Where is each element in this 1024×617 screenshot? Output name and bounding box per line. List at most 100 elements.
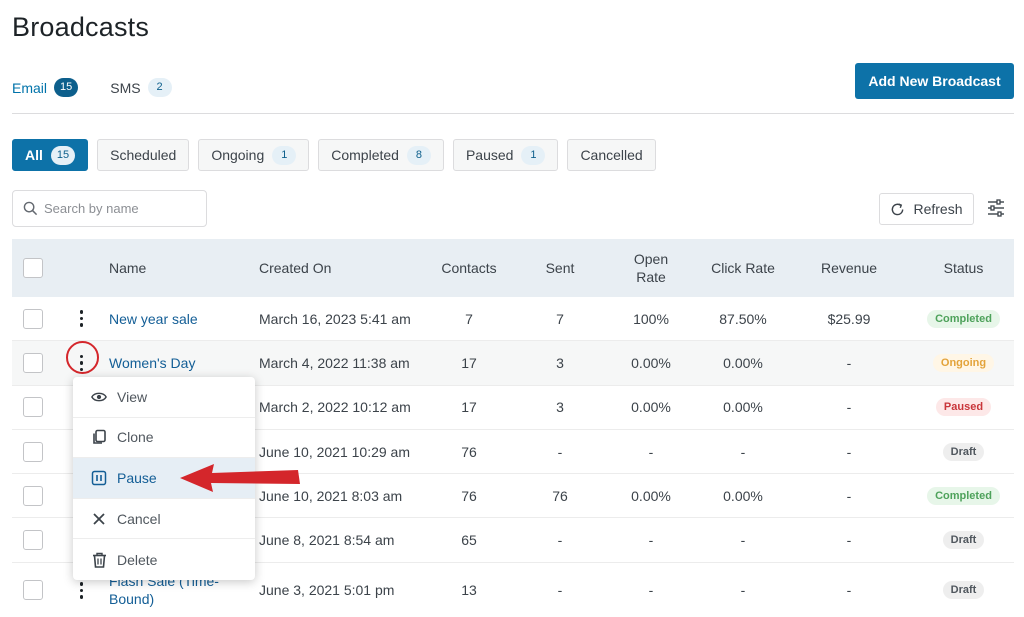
revenue: - — [846, 354, 852, 371]
tab-sms[interactable]: SMS 2 — [110, 78, 172, 97]
menu-item-cancel-label: Cancel — [117, 510, 161, 527]
pause-icon — [91, 470, 107, 486]
revenue: - — [846, 487, 852, 504]
col-open-rate-line2: Rate — [636, 269, 666, 285]
table-row: New year sale March 16, 2023 5:41 am 7 7… — [12, 297, 1014, 342]
filter-completed[interactable]: Completed 8 — [318, 139, 444, 171]
row-checkbox[interactable] — [23, 530, 43, 551]
created-on: March 16, 2023 5:41 am — [259, 310, 411, 327]
click-rate: - — [740, 582, 746, 599]
revenue: - — [846, 582, 852, 599]
open-rate: - — [648, 582, 654, 599]
col-status[interactable]: Status — [913, 260, 1014, 276]
menu-item-cancel[interactable]: Cancel — [73, 499, 255, 540]
filter-ongoing-label: Ongoing — [211, 147, 265, 163]
menu-item-clone[interactable]: Clone — [73, 418, 255, 459]
tab-sms-label: SMS — [110, 79, 141, 96]
click-rate: 87.50% — [719, 310, 767, 327]
filter-cancelled[interactable]: Cancelled — [567, 139, 656, 171]
row-checkbox[interactable] — [23, 397, 43, 418]
menu-item-view[interactable]: View — [73, 377, 255, 418]
row-checkbox[interactable] — [23, 308, 43, 329]
tab-sms-count: 2 — [147, 78, 172, 97]
contacts: 7 — [465, 310, 473, 327]
click-rate: 0.00% — [723, 354, 763, 371]
filter-all-label: All — [25, 147, 43, 163]
filter-scheduled[interactable]: Scheduled — [97, 139, 190, 171]
created-on: June 8, 2021 8:54 am — [259, 532, 395, 549]
revenue: - — [846, 532, 852, 549]
filter-ongoing-count: 1 — [272, 145, 297, 165]
menu-item-pause-label: Pause — [117, 469, 157, 486]
revenue: - — [846, 443, 852, 460]
trash-icon — [91, 552, 107, 568]
open-rate: - — [648, 443, 654, 460]
row-actions-menu: View Clone Pause Cancel Delete — [73, 377, 255, 580]
row-actions-icon[interactable] — [73, 579, 91, 601]
search-icon — [23, 201, 38, 216]
filter-scheduled-label: Scheduled — [110, 147, 177, 163]
status-badge: Paused — [935, 398, 992, 417]
contacts: 65 — [461, 532, 477, 549]
sent: - — [557, 582, 563, 599]
col-contacts[interactable]: Contacts — [419, 260, 519, 276]
tab-email-count: 15 — [54, 78, 79, 97]
filter-ongoing[interactable]: Ongoing 1 — [198, 139, 310, 171]
contacts: 76 — [461, 443, 477, 460]
refresh-label: Refresh — [913, 201, 963, 217]
menu-item-delete-label: Delete — [117, 551, 158, 568]
sent: - — [557, 443, 563, 460]
contacts: 76 — [461, 487, 477, 504]
page-title: Broadcasts — [12, 12, 150, 42]
open-rate: 0.00% — [631, 399, 671, 416]
copy-icon — [91, 429, 107, 445]
col-revenue[interactable]: Revenue — [785, 260, 913, 276]
row-checkbox[interactable] — [23, 441, 43, 462]
menu-item-delete[interactable]: Delete — [73, 539, 255, 580]
revenue: $25.99 — [827, 310, 871, 327]
column-settings-icon[interactable] — [985, 197, 1007, 219]
filter-completed-count: 8 — [406, 145, 431, 165]
contacts: 17 — [461, 399, 477, 416]
filter-paused[interactable]: Paused 1 — [452, 139, 559, 171]
col-name[interactable]: Name — [109, 259, 259, 277]
created-on: June 3, 2021 5:01 pm — [259, 582, 395, 599]
sent: 76 — [552, 487, 568, 504]
broadcast-name-link[interactable]: New year sale — [109, 310, 259, 328]
broadcast-name-link[interactable]: Women's Day — [109, 354, 259, 372]
open-rate: 0.00% — [631, 354, 671, 371]
click-rate: 0.00% — [723, 487, 763, 504]
status-badge: Completed — [927, 309, 1000, 328]
search-input[interactable] — [44, 201, 194, 216]
select-all-checkbox[interactable] — [23, 258, 43, 278]
click-rate: - — [740, 532, 746, 549]
status-badge: Ongoing — [932, 353, 995, 372]
col-sent[interactable]: Sent — [519, 260, 601, 276]
tab-email-label: Email — [12, 79, 48, 96]
row-actions-icon[interactable] — [73, 308, 91, 330]
col-open-rate[interactable]: Open Rate — [601, 250, 701, 286]
row-checkbox[interactable] — [23, 352, 43, 373]
close-icon — [91, 511, 107, 527]
filter-all[interactable]: All 15 — [12, 139, 89, 171]
status-badge: Draft — [942, 581, 985, 600]
tab-email[interactable]: Email 15 — [12, 78, 79, 97]
refresh-icon — [892, 202, 904, 215]
status-badge: Completed — [927, 486, 1000, 505]
search-box — [12, 190, 207, 227]
click-rate: 0.00% — [723, 399, 763, 416]
col-created-on[interactable]: Created On — [259, 260, 419, 276]
col-click-rate[interactable]: Click Rate — [701, 260, 785, 276]
row-checkbox[interactable] — [23, 580, 43, 601]
open-rate: 100% — [633, 310, 669, 327]
row-actions-icon[interactable] — [73, 352, 91, 374]
sent: 7 — [556, 310, 564, 327]
filter-paused-label: Paused — [465, 147, 514, 163]
revenue: - — [846, 399, 852, 416]
status-filters: All 15 Scheduled Ongoing 1 Completed 8 P… — [12, 139, 656, 171]
status-badge: Draft — [942, 531, 985, 550]
add-new-broadcast-button[interactable]: Add New Broadcast — [855, 63, 1014, 99]
refresh-button[interactable]: Refresh — [879, 193, 974, 225]
menu-item-pause[interactable]: Pause — [73, 458, 255, 499]
row-checkbox[interactable] — [23, 485, 43, 506]
